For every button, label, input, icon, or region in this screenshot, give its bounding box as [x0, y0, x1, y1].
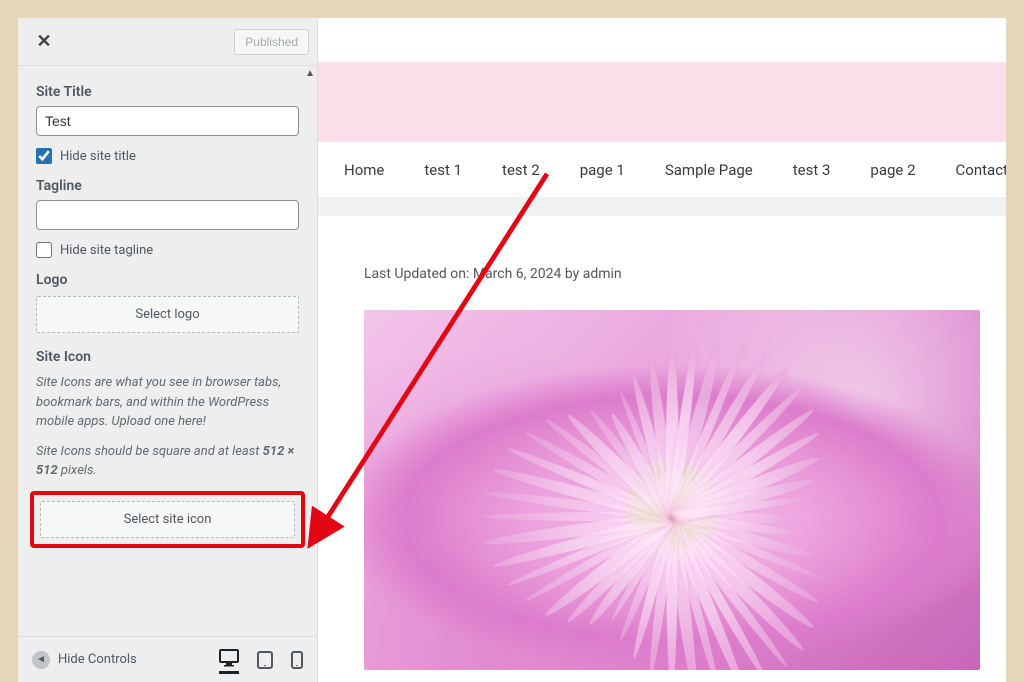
close-icon: ✕: [36, 31, 51, 52]
hide-site-title-label: Hide site title: [60, 149, 136, 164]
nav-item-sample[interactable]: Sample Page: [665, 161, 753, 179]
site-title-label: Site Title: [36, 84, 299, 100]
customizer-app: ✕ Published ▲ Site Title Hide site title…: [18, 18, 1006, 682]
close-button[interactable]: ✕: [26, 24, 62, 60]
site-icon-desc2-c: pixels.: [58, 463, 97, 478]
customizer-sidebar: ✕ Published ▲ Site Title Hide site title…: [18, 18, 318, 682]
tagline-label: Tagline: [36, 178, 299, 194]
nav-item-home[interactable]: Home: [344, 161, 384, 179]
featured-image: [364, 310, 980, 670]
site-icon-desc2-a: Site Icons should be square and at least: [36, 444, 263, 459]
sidebar-content[interactable]: Site Title Hide site title Tagline Hide …: [18, 66, 317, 636]
hide-tagline-label: Hide site tagline: [60, 243, 153, 258]
select-site-icon-highlight: Select site icon: [30, 491, 305, 548]
site-icon-section-label: Site Icon: [36, 349, 299, 365]
hide-site-title-checkbox[interactable]: [36, 148, 52, 164]
post-meta: Last Updated on: March 6, 2024 by admin: [364, 266, 980, 282]
device-preview-switcher: [219, 649, 303, 670]
site-icon-description-2: Site Icons should be square and at least…: [36, 442, 299, 481]
logo-section-label: Logo: [36, 272, 299, 288]
hide-controls-button[interactable]: ◄ Hide Controls: [32, 651, 137, 669]
nav-item-page1[interactable]: page 1: [580, 161, 625, 179]
sidebar-header: ✕ Published: [18, 18, 317, 66]
preview-header-band: [318, 62, 1006, 142]
hide-controls-label: Hide Controls: [58, 652, 137, 667]
select-logo-button[interactable]: Select logo: [36, 296, 299, 333]
nav-item-test2[interactable]: test 2: [502, 161, 540, 179]
hide-site-title-row: Hide site title: [36, 148, 299, 164]
nav-item-test3[interactable]: test 3: [793, 161, 831, 179]
preview-content: Last Updated on: March 6, 2024 by admin: [318, 216, 1006, 670]
hide-tagline-checkbox[interactable]: [36, 242, 52, 258]
hide-tagline-row: Hide site tagline: [36, 242, 299, 258]
nav-item-contact[interactable]: Contact: [956, 161, 1006, 179]
collapse-icon: ◄: [32, 651, 50, 669]
mobile-preview-icon[interactable]: [291, 651, 303, 669]
desktop-preview-icon[interactable]: [219, 649, 239, 674]
sidebar-footer: ◄ Hide Controls: [18, 636, 317, 682]
nav-item-test1[interactable]: test 1: [424, 161, 462, 179]
preview-nav: Home test 1 test 2 page 1 Sample Page te…: [318, 142, 1006, 198]
tablet-preview-icon[interactable]: [257, 651, 273, 669]
published-button[interactable]: Published: [234, 29, 309, 55]
preview-spacer: [318, 198, 1006, 216]
site-preview: Home test 1 test 2 page 1 Sample Page te…: [318, 18, 1006, 682]
tagline-input[interactable]: [36, 200, 299, 230]
select-site-icon-button[interactable]: Select site icon: [40, 501, 295, 538]
site-title-input[interactable]: [36, 106, 299, 136]
nav-item-page2[interactable]: page 2: [870, 161, 915, 179]
site-icon-description-1: Site Icons are what you see in browser t…: [36, 373, 299, 432]
